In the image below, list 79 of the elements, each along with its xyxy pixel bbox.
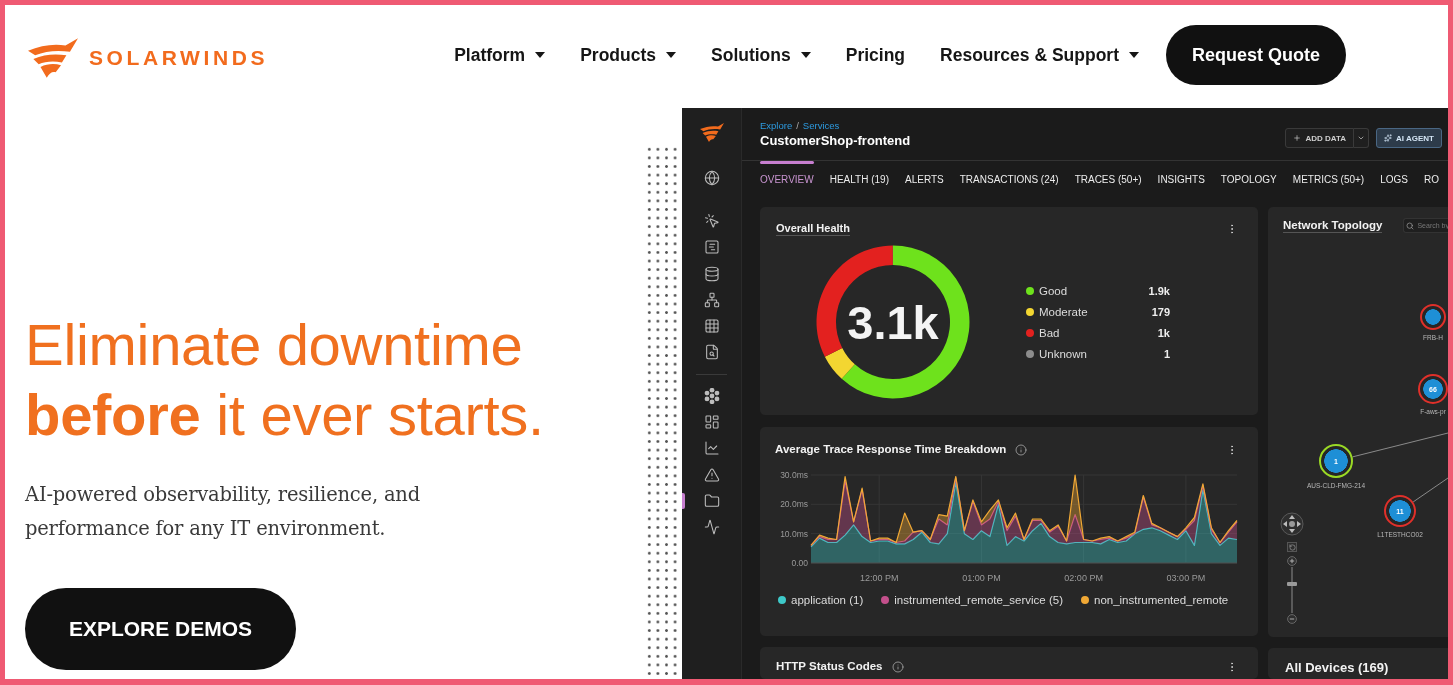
legend-label: Good [1039,284,1069,297]
reset-view-button[interactable] [1287,542,1297,552]
line-chart-icon [703,440,720,457]
nav-link[interactable]: Solutions [711,44,811,66]
card-title: HTTP Status Codes [776,659,883,674]
tab[interactable]: TRANSACTIONS (24) [959,161,1059,190]
axis-label: 10.0ms [780,528,808,539]
nav-link[interactable]: Pricing [845,44,906,66]
warning-icon [703,466,720,483]
card-title: Average Trace Response Time Breakdown [775,442,1007,457]
dashboard-icon [703,414,720,430]
breadcrumb-separator: / [796,120,799,132]
card-title: All Devices (169) [1285,661,1389,676]
network-node[interactable] [1420,304,1446,330]
search-icon [1406,221,1415,230]
hero-headline: Eliminate downtime before it ever starts. [25,311,545,449]
breadcrumb-link[interactable]: Services [802,120,840,132]
axis-label: 20.0ms [780,499,808,510]
add-data-button[interactable]: ADD DATA [1285,128,1355,148]
hierarchy-icon [703,291,720,308]
info-icon[interactable] [1015,443,1028,456]
breadcrumb-link[interactable]: Explore [760,120,793,132]
nav-link[interactable]: Platform [454,44,546,66]
tab[interactable]: RO [1424,161,1439,190]
card-title: Overall Health [776,221,850,236]
info-icon[interactable] [891,660,904,673]
legend-value: 1k [1157,326,1170,339]
tab[interactable]: OVERVIEW [760,161,814,190]
tab[interactable]: METRICS (50+) [1292,161,1365,190]
legend-label: application (1) [791,593,864,607]
grid-icon [703,318,720,335]
list-square-icon [703,239,720,256]
legend-label: Unknown [1039,347,1088,360]
zoom-out-icon[interactable] [1287,614,1297,624]
axis-label: 02:00 PM [1064,573,1103,583]
database-icon [703,265,720,282]
plus-icon [1293,134,1302,142]
legend-label: instrumented_remote_service (5) [894,593,1063,607]
tab[interactable]: HEALTH (19) [829,161,889,190]
legend-value: 1 [1163,347,1170,360]
tab[interactable]: INSIGHTS [1157,161,1205,190]
card-title: Network Topology [1283,218,1383,233]
legend-value: 179 [1151,305,1170,318]
pointer-click-icon [703,212,720,229]
axis-label: 30.0ms [780,470,808,480]
hero-subtitle: AI-powered observability, resilience, and performance for any IT environment. [25,482,421,542]
cta-button[interactable]: Request Quote [1166,25,1346,85]
nav-link[interactable]: Resources & Support [940,44,1139,66]
globe-icon [703,169,720,186]
pulse-icon [703,519,720,536]
tab[interactable]: LOGS [1380,161,1408,190]
logo-icon[interactable] [28,38,78,78]
legend-label: non_instrumented_remote [1094,593,1229,607]
nav-link[interactable]: Products [580,44,676,66]
chevron-down-icon [1357,134,1366,142]
connection-line [1412,477,1448,503]
reset-icon [1288,543,1296,551]
total-value: 3.1k [847,296,939,349]
legend-label: Bad [1039,326,1061,339]
legend-value: 1.9k [1148,284,1170,297]
legend-label: Moderate [1039,305,1089,318]
folder-icon [703,492,720,509]
tab[interactable]: TRACES (50+) [1074,161,1142,190]
explore-demos-button[interactable]: EXPLORE DEMOS [25,588,296,670]
zoom-in-icon[interactable] [1287,556,1297,566]
axis-label: 01:00 PM [962,573,1001,583]
axis-label: 0.00 [791,558,808,568]
sparkle-icon [1384,134,1393,142]
axis-label: 12:00 PM [859,573,899,583]
file-search-icon [703,344,720,361]
tab[interactable]: TOPOLOGY [1220,161,1277,190]
service-title: CustomerShop-frontend [760,132,911,149]
tab[interactable]: ALERTS [905,161,944,190]
logo-icon[interactable] [699,123,724,142]
pan-control-icon[interactable] [1280,512,1304,536]
dots-cluster-icon [703,387,720,404]
zoom-slider-thumb[interactable] [1287,581,1297,586]
ai-agent-button[interactable]: AI AGENT [1376,128,1442,148]
axis-label: 03:00 PM [1166,573,1206,583]
